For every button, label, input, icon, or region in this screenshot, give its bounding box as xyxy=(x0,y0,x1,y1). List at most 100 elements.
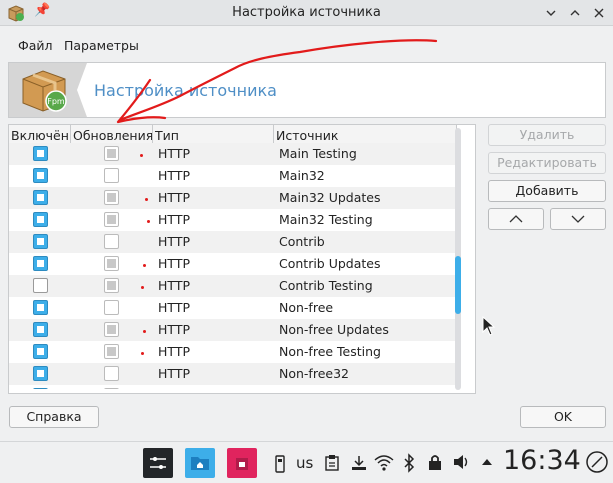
window-title: Настройка источника xyxy=(232,5,381,20)
clipboard-icon[interactable] xyxy=(325,455,339,471)
updates-checkbox[interactable] xyxy=(104,168,119,183)
logo-text: Fpm xyxy=(47,97,65,106)
annotation-dot xyxy=(141,352,144,355)
help-button[interactable]: Справка xyxy=(9,406,99,428)
updates-checkbox[interactable] xyxy=(104,190,119,205)
updates-checkbox[interactable] xyxy=(104,278,119,293)
vertical-scrollbar[interactable] xyxy=(455,128,461,390)
table-body: HTTP Main Testing HTTP Main32 HTTP Main32 Upd… xyxy=(9,143,457,389)
tray-expand-icon[interactable] xyxy=(481,458,493,466)
enabled-checkbox[interactable] xyxy=(33,168,48,183)
enabled-checkbox[interactable] xyxy=(33,300,48,315)
type-cell: HTTP xyxy=(158,322,190,337)
updates-checkbox[interactable] xyxy=(104,212,119,227)
type-cell: HTTP xyxy=(158,256,190,271)
mouse-cursor-icon xyxy=(482,316,496,336)
lock-icon[interactable] xyxy=(428,453,442,471)
type-cell: HTTP xyxy=(158,190,190,205)
table-row[interactable]: HTTP Contrib Testing xyxy=(9,275,457,297)
ok-button[interactable]: OK xyxy=(520,406,606,428)
table-row[interactable]: HTTP Main32 xyxy=(9,165,457,187)
menu-params[interactable]: Параметры xyxy=(64,38,139,53)
table-row[interactable]: HTTP Main32 Testing xyxy=(9,209,457,231)
updates-checkbox[interactable] xyxy=(104,256,119,271)
maximize-icon[interactable] xyxy=(564,2,586,24)
volume-icon[interactable] xyxy=(453,454,471,470)
annotation-dot xyxy=(140,154,143,157)
enabled-checkbox[interactable] xyxy=(33,278,48,293)
table-row[interactable]: HTTP Contrib xyxy=(9,231,457,253)
enabled-checkbox[interactable] xyxy=(33,256,48,271)
move-down-button[interactable] xyxy=(550,208,606,230)
delete-button[interactable]: Удалить xyxy=(488,124,606,146)
scrollbar-thumb[interactable] xyxy=(455,256,461,314)
updates-icon[interactable] xyxy=(350,454,368,472)
enabled-checkbox[interactable] xyxy=(33,190,48,205)
enabled-checkbox[interactable] xyxy=(33,388,48,389)
updates-checkbox[interactable] xyxy=(104,234,119,249)
chevron-up-icon xyxy=(509,215,523,223)
table-row[interactable]: HTTP Non-free xyxy=(9,297,457,319)
type-cell: HTTP xyxy=(158,300,190,315)
annotation-dot xyxy=(143,330,146,333)
annotation-dot xyxy=(143,264,146,267)
clock[interactable]: 16:34 xyxy=(503,445,581,476)
type-cell: HTTP xyxy=(158,146,190,161)
source-cell: Main Testing xyxy=(279,146,357,161)
updates-checkbox[interactable] xyxy=(104,366,119,381)
chevron-down-icon xyxy=(571,215,585,223)
enabled-checkbox[interactable] xyxy=(33,146,48,161)
enabled-checkbox[interactable] xyxy=(33,344,48,359)
source-cell: Contrib xyxy=(279,234,325,249)
file-manager-icon[interactable] xyxy=(185,448,215,478)
updates-checkbox[interactable] xyxy=(104,344,119,359)
type-cell: HTTP xyxy=(158,234,190,249)
type-cell: HTTP xyxy=(158,168,190,183)
enabled-checkbox[interactable] xyxy=(33,322,48,337)
header-banner: Fpm Настройка источника xyxy=(8,62,606,118)
close-icon[interactable] xyxy=(588,2,610,24)
table-row[interactable]: HTTP Main Testing xyxy=(9,143,457,165)
keyboard-layout-indicator[interactable]: us xyxy=(296,454,313,472)
settings-launcher-icon[interactable] xyxy=(143,448,173,478)
table-row[interactable]: HTTP Non-free Testing xyxy=(9,341,457,363)
source-cell: Contrib Testing xyxy=(279,278,373,293)
table-row[interactable]: HTTP Main32 Updates xyxy=(9,187,457,209)
table-row[interactable]: HTTP Non-free Updates xyxy=(9,319,457,341)
enabled-checkbox[interactable] xyxy=(33,234,48,249)
table-row[interactable]: HTTP Non-free32 xyxy=(9,363,457,385)
menu-file[interactable]: Файл xyxy=(18,38,53,53)
package-logo: Fpm xyxy=(9,63,87,117)
enabled-checkbox[interactable] xyxy=(33,366,48,381)
taskbar: us 16:34 xyxy=(0,441,613,483)
wifi-icon[interactable] xyxy=(374,454,394,472)
table-row[interactable]: HTTP Non-free32 Updates xyxy=(9,385,457,389)
usb-icon[interactable] xyxy=(274,455,286,473)
software-center-icon[interactable] xyxy=(227,448,257,478)
type-cell: HTTP xyxy=(158,366,190,381)
table-row[interactable]: HTTP Contrib Updates xyxy=(9,253,457,275)
updates-checkbox[interactable] xyxy=(104,146,119,161)
source-cell: Non-free xyxy=(279,300,334,315)
source-cell: Contrib Updates xyxy=(279,256,381,271)
enabled-checkbox[interactable] xyxy=(33,212,48,227)
minimize-icon[interactable] xyxy=(540,2,562,24)
user-session-icon[interactable] xyxy=(585,450,609,474)
type-cell: HTTP xyxy=(158,212,190,227)
sources-table: Включён Обновления Тип Источник HTTP Main… xyxy=(8,124,476,394)
source-cell: Non-free32 Updates xyxy=(279,388,405,389)
annotation-dot xyxy=(141,286,144,289)
add-button[interactable]: Добавить xyxy=(488,180,606,202)
source-cell: Main32 xyxy=(279,168,325,183)
edit-button[interactable]: Редактировать xyxy=(488,152,606,174)
updates-checkbox[interactable] xyxy=(104,300,119,315)
updates-checkbox[interactable] xyxy=(104,388,119,389)
bluetooth-icon[interactable] xyxy=(403,453,415,473)
move-up-button[interactable] xyxy=(488,208,544,230)
type-cell: HTTP xyxy=(158,344,190,359)
updates-checkbox[interactable] xyxy=(104,322,119,337)
title-bar: 📌 Настройка источника xyxy=(0,0,613,26)
source-cell: Non-free Updates xyxy=(279,322,389,337)
source-cell: Non-free32 xyxy=(279,366,349,381)
page-heading: Настройка источника xyxy=(94,81,277,100)
